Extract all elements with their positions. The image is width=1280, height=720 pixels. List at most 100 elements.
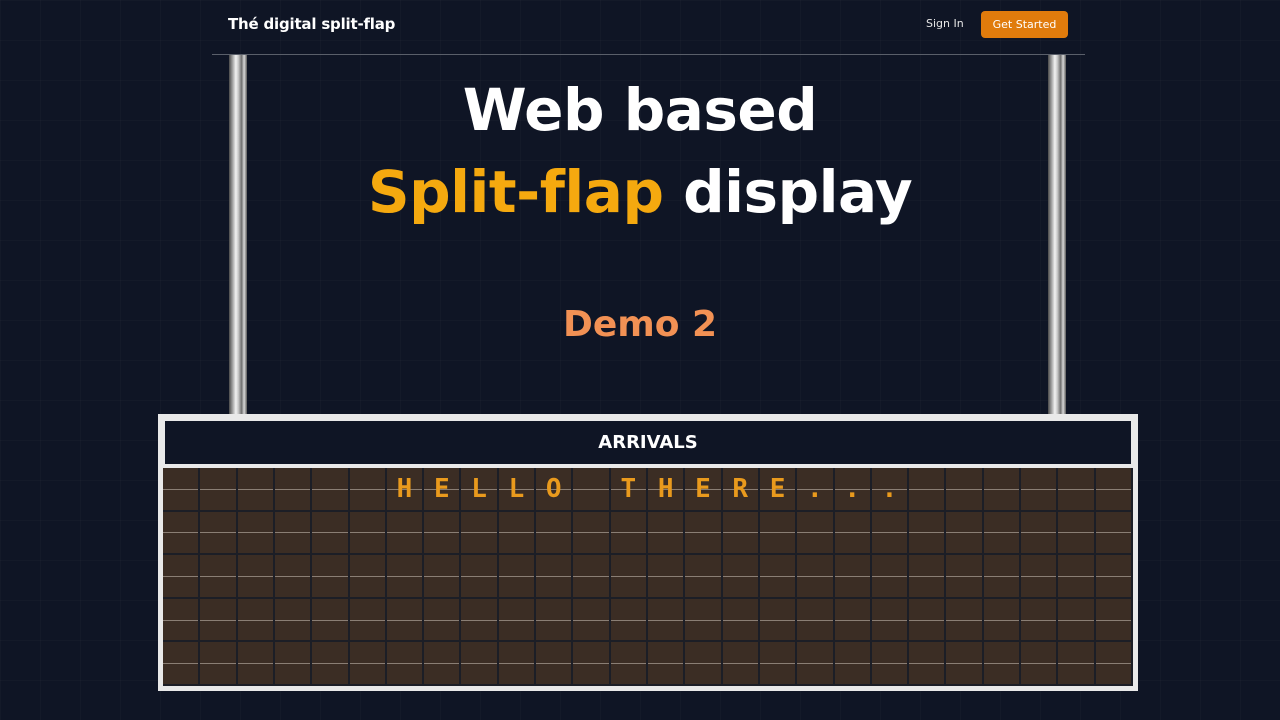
flap-cell [610, 555, 648, 599]
flap-cell [797, 642, 835, 686]
flap-cell [312, 511, 350, 556]
flap-cell [946, 598, 984, 643]
flap-cell [685, 555, 723, 599]
flap-cell [722, 598, 760, 643]
flap-cell [685, 642, 723, 686]
flap-cell: E [759, 468, 798, 512]
flap-cell [1058, 598, 1096, 643]
hero-rest-text: display [663, 158, 913, 226]
flap-cell [946, 642, 984, 686]
sign-in-link[interactable]: Sign In [926, 17, 964, 30]
flap-cell: E [685, 468, 723, 512]
flap-cell [163, 598, 201, 643]
flap-cell [200, 511, 238, 556]
flap-cell [424, 511, 462, 556]
flap-cell [797, 511, 835, 556]
flap-cell [536, 555, 574, 599]
flap-cell [685, 598, 723, 643]
flap-cell [1058, 511, 1096, 556]
flap-cell [573, 598, 611, 643]
flap-character: R [732, 474, 749, 504]
flap-cell [498, 598, 537, 643]
flap-cell [946, 511, 984, 556]
flap-cell [312, 555, 350, 599]
flap-cell [498, 511, 537, 556]
flap-cell [200, 598, 238, 643]
page: Thé digital split-flap Sign In Get Start… [0, 0, 1280, 720]
flap-cell [386, 598, 425, 643]
flap-cell [349, 598, 387, 643]
flap-character: O [545, 474, 562, 504]
flap-cell [722, 511, 760, 556]
flap-cell [909, 468, 947, 512]
flap-cell [1021, 468, 1059, 512]
flap-cell [1058, 468, 1096, 512]
flap-cell [573, 555, 611, 599]
flap-cell [386, 555, 425, 599]
flap-cell: L [461, 468, 499, 512]
flap-cell [759, 511, 798, 556]
flap-cell: O [536, 468, 574, 512]
flap-cell [274, 468, 313, 512]
flap-cell [200, 468, 238, 512]
flap-cell [648, 555, 686, 599]
get-started-button[interactable]: Get Started [981, 11, 1068, 38]
flap-cell [610, 642, 648, 686]
flap-character: L [471, 474, 487, 504]
brand-logo[interactable]: Thé digital split-flap [228, 15, 395, 33]
flap-cell: . [797, 468, 835, 512]
flap-cell: H [386, 468, 425, 512]
flap-cell [722, 555, 760, 599]
flap-character: H [657, 474, 674, 504]
board-title: ARRIVALS [163, 419, 1133, 466]
flap-cell [237, 598, 275, 643]
flap-cell [349, 468, 387, 512]
top-nav: Thé digital split-flap Sign In Get Start… [212, 0, 1085, 55]
flap-cell [983, 511, 1022, 556]
flap-cell [871, 598, 910, 643]
flap-cell [1058, 642, 1096, 686]
flap-cell [386, 642, 425, 686]
flap-cell: . [834, 468, 872, 512]
flap-cell [871, 555, 910, 599]
flap-cell [163, 468, 201, 512]
flap-cell [274, 511, 313, 556]
flap-cell [1021, 642, 1059, 686]
flap-cell [237, 642, 275, 686]
flap-cell: R [722, 468, 760, 512]
flap-cell [1095, 598, 1133, 643]
flap-cell [163, 511, 201, 556]
flap-cell [312, 598, 350, 643]
hero-title-line1: Web based [462, 76, 818, 144]
flap-character: E [433, 474, 450, 504]
flap-cell [1058, 555, 1096, 599]
flap-cell [386, 511, 425, 556]
flap-cell [722, 642, 760, 686]
flap-cell [349, 511, 387, 556]
flap-cell [461, 511, 499, 556]
flap-cell [536, 598, 574, 643]
flap-cell [1095, 511, 1133, 556]
flap-cell [759, 598, 798, 643]
flap-cell [1095, 468, 1133, 512]
flap-cell [237, 555, 275, 599]
hero-accent-text: Split-flap [367, 158, 664, 226]
flap-cell [871, 511, 910, 556]
flap-cell: L [498, 468, 537, 512]
flap-cell [498, 555, 537, 599]
split-flap-board: ARRIVALS HELLOTHERE... [158, 414, 1138, 691]
flap-cell [424, 642, 462, 686]
flap-character: E [695, 474, 711, 504]
flap-cell [797, 598, 835, 643]
flap-cell [648, 598, 686, 643]
flap-cell [983, 598, 1022, 643]
flap-cell [349, 555, 387, 599]
flap-cell [834, 511, 872, 556]
flap-cell [349, 642, 387, 686]
flap-grid: HELLOTHERE... [163, 468, 1133, 686]
flap-cell [1021, 511, 1059, 556]
flap-cell [610, 598, 648, 643]
flap-character: T [620, 474, 637, 504]
flap-cell [909, 555, 947, 599]
flap-cell [759, 642, 798, 686]
